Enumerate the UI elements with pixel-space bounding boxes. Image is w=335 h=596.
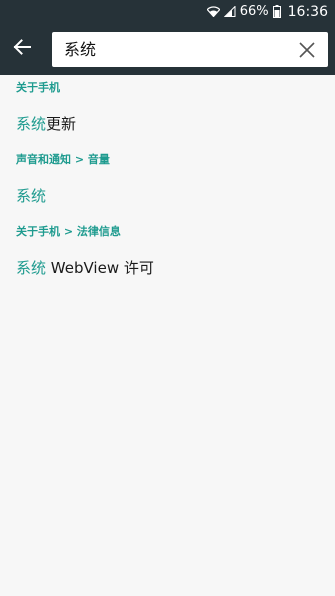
battery-percent: 66% bbox=[239, 4, 269, 19]
search-results: 关于手机 系统更新 声音和通知 > 音量 系统 关于手机 > 法律信息 系统 W… bbox=[0, 75, 335, 291]
clear-search-button[interactable] bbox=[298, 41, 316, 59]
signal-icon bbox=[223, 6, 236, 17]
result-section-header: 关于手机 > 法律信息 bbox=[16, 225, 121, 238]
close-icon bbox=[298, 42, 316, 63]
battery-icon bbox=[272, 5, 281, 18]
result-rest: WebView 许可 bbox=[46, 259, 154, 277]
arrow-left-icon bbox=[13, 39, 31, 59]
result-section-header: 声音和通知 > 音量 bbox=[16, 153, 110, 166]
result-item[interactable]: 系统 WebView 许可 bbox=[0, 245, 335, 291]
wifi-icon bbox=[206, 6, 220, 17]
result-item[interactable]: 系统 bbox=[0, 173, 335, 219]
result-section-header: 关于手机 bbox=[16, 81, 60, 94]
status-icons: 66% 16:36 bbox=[206, 0, 328, 23]
search-box[interactable]: 系统 bbox=[52, 32, 328, 67]
status-time: 16:36 bbox=[287, 3, 328, 20]
result-item[interactable]: 系统更新 bbox=[0, 101, 335, 147]
search-header: 系统 bbox=[0, 23, 335, 75]
result-match: 系统 bbox=[16, 259, 47, 277]
status-bar: 66% 16:36 bbox=[0, 0, 335, 23]
search-input[interactable]: 系统 bbox=[64, 32, 96, 67]
result-match: 系统 bbox=[16, 115, 47, 133]
back-button[interactable] bbox=[10, 37, 34, 61]
result-match: 系统 bbox=[16, 187, 47, 205]
result-rest: 更新 bbox=[46, 115, 77, 133]
